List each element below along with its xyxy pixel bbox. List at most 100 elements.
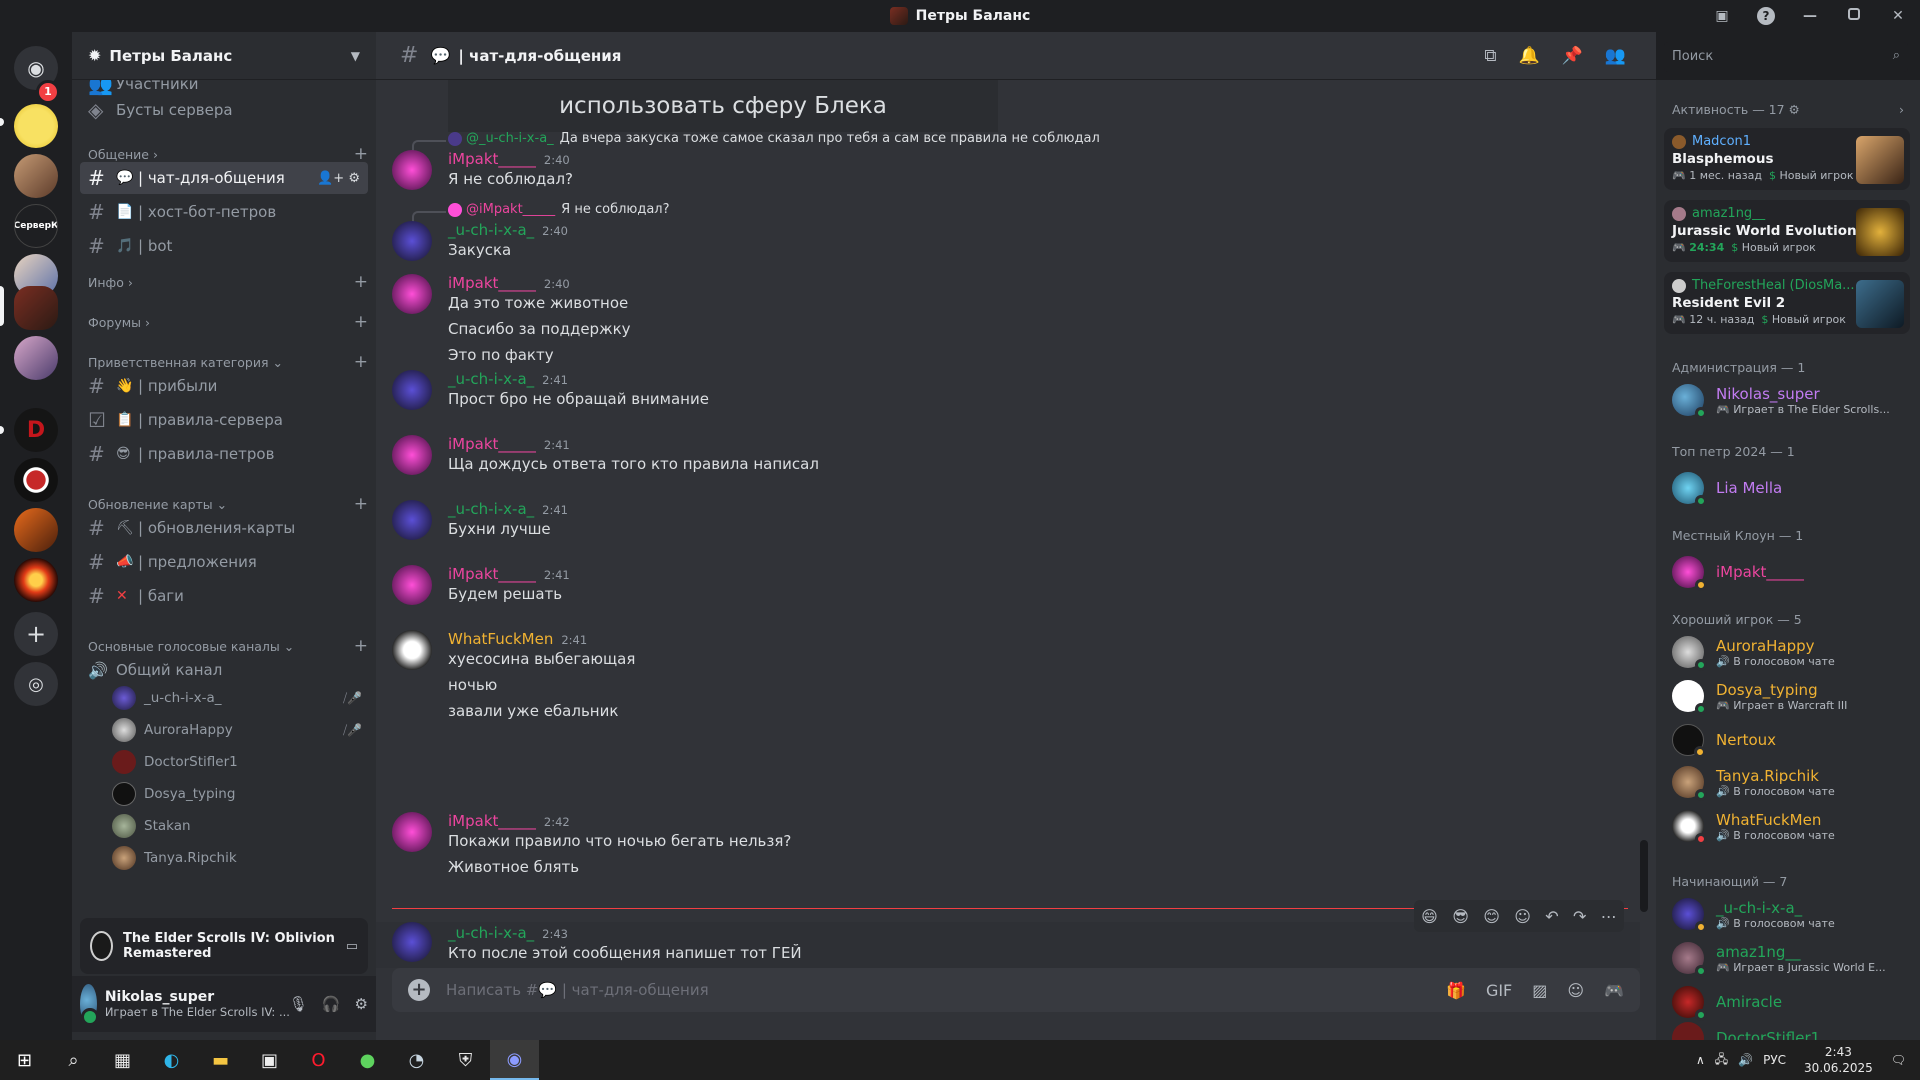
reaction-blush-icon[interactable]: 😊 [1483,907,1500,926]
volume-icon[interactable]: 🔊 [1738,1053,1753,1067]
forward-icon[interactable]: ↷ [1573,907,1586,926]
voice-user[interactable]: Stakan [112,812,362,840]
add-channel-icon[interactable]: + [354,144,368,164]
voice-user[interactable]: DoctorStifler1 [112,748,362,776]
discord-icon[interactable]: ◉ [490,1040,539,1080]
channel-settings-icon[interactable]: 👤+ ⚙ [317,171,360,186]
author-name[interactable]: iMpakt_____ [448,435,536,453]
bell-icon[interactable]: 🔔 [1518,46,1539,66]
search-input[interactable]: Поиск ⌕ [1664,42,1908,72]
members-icon[interactable]: 👥 [1605,46,1626,66]
voice-channel[interactable]: 🔊 Общий канал [80,654,368,686]
avatar[interactable] [392,565,432,605]
steam-icon[interactable]: ◔ [392,1040,441,1080]
add-channel-icon[interactable]: + [354,352,368,372]
server-header[interactable]: ✹ Петры Баланс ▼ [72,32,376,80]
voice-user[interactable]: AuroraHappy ⧸🎤 [112,716,362,744]
server-icon-8[interactable] [14,458,58,502]
channel-boosts[interactable]: ◈ Бусты сервера [80,94,368,126]
voice-user[interactable]: _u-ch-i-x-a_ ⧸🎤 [112,684,362,712]
emoji-icon[interactable]: ☺ [1567,981,1584,1000]
server-icon-9[interactable] [14,508,58,552]
add-channel-icon[interactable]: + [354,272,368,292]
author-name[interactable]: iMpakt_____ [448,150,536,168]
channel-mapupd[interactable]: # ⛏ | обновления-карты [80,512,368,544]
stream-icon[interactable]: ▭ [346,939,358,954]
add-channel-icon[interactable]: + [354,312,368,332]
scrollbar-thumb[interactable] [1640,840,1648,912]
tray-chevron-icon[interactable]: ∧ [1696,1053,1705,1067]
add-reaction-icon[interactable]: ☺ [1514,907,1531,926]
avatar[interactable] [392,812,432,852]
search-icon[interactable]: ⌕ [49,1040,98,1080]
discover-button[interactable]: ◎ [14,662,58,706]
add-attachment-icon[interactable]: + [408,979,430,1001]
member-item[interactable]: DoctorStifler1 [1664,1016,1910,1040]
avatar[interactable] [392,500,432,540]
channel-prules[interactable]: # 😎 | правила-петров [80,438,368,470]
help-icon[interactable]: ? [1744,7,1788,25]
channel-bugs[interactable]: # ✕ | баги [80,580,368,612]
activity-card[interactable]: amaz1ng__ Jurassic World Evolution 2 🎮 2… [1664,200,1910,262]
avatar[interactable] [392,630,432,670]
avatar[interactable] [392,221,432,261]
voice-user[interactable]: Dosya_typing [112,780,362,808]
channel-arrived[interactable]: # 👋 | прибыли [80,370,368,402]
member-item[interactable]: Tanya.Ripchik 🔊 В голосовом чате [1664,760,1910,804]
server-icon-2[interactable] [14,154,58,198]
add-channel-icon[interactable]: + [354,494,368,514]
reply-preview[interactable]: @iMpakt_____ Я не соблюдал? [412,202,670,223]
member-item[interactable]: Lia Mella [1664,466,1910,510]
pin-icon[interactable]: 📌 [1562,46,1583,66]
browser-icon[interactable]: ● [343,1040,392,1080]
reply-preview[interactable]: @_u-ch-i-x-a_ Да вчера закуска тоже само… [412,131,1100,152]
author-name[interactable]: _u-ch-i-x-a_ [448,924,534,942]
network-icon[interactable]: 🖧 [1715,1050,1728,1071]
gamepad-icon[interactable]: 🎮 [1604,981,1624,1000]
author-name[interactable]: iMpakt_____ [448,565,536,583]
author-name[interactable]: _u-ch-i-x-a_ [448,500,534,518]
explorer-icon[interactable]: ▬ [196,1040,245,1080]
category-map[interactable]: Обновление карты ⌄ + [88,494,368,514]
message-composer[interactable]: + Написать #💬 | чат-для-общения 🎁 GIF ▨ … [392,968,1640,1012]
store-icon[interactable]: ▣ [245,1040,294,1080]
task-view-icon[interactable]: ▦ [98,1040,147,1080]
author-name[interactable]: iMpakt_____ [448,274,536,292]
channel-bot[interactable]: # 🎵 | bot [80,230,368,262]
add-channel-icon[interactable]: + [354,636,368,656]
avatar[interactable] [392,274,432,314]
avatar[interactable] [392,435,432,475]
author-name[interactable]: _u-ch-i-x-a_ [448,370,534,388]
server-icon-active[interactable] [14,286,58,330]
microphone-icon[interactable]: 🎙 [289,995,308,1013]
activity-card[interactable]: TheForestHeal (DiosMa... Resident Evil 2… [1664,272,1910,334]
member-item[interactable]: amaz1ng__ 🎮 Играет в Jurassic World E... [1664,936,1910,980]
maximize-button[interactable] [1832,8,1876,24]
reaction-smile-icon[interactable]: 😄 [1421,907,1438,926]
language-indicator[interactable]: РУС [1763,1053,1786,1067]
reaction-cool-icon[interactable]: 😎 [1452,907,1469,926]
member-item[interactable]: Dosya_typing 🎮 Играет в Warcraft III [1664,674,1910,718]
channel-chat[interactable]: # 💬 | чат-для-общения 👤+ ⚙ [80,162,368,194]
avatar[interactable] [80,984,99,1026]
add-server-button[interactable]: + [14,612,58,656]
server-icon-10[interactable] [14,558,58,602]
avatar[interactable] [392,370,432,410]
author-name[interactable]: _u-ch-i-x-a_ [448,221,534,239]
author-name[interactable]: WhatFuckMen [448,630,553,648]
member-item[interactable]: Nertoux [1664,718,1910,762]
avatar[interactable] [392,922,432,962]
voice-user[interactable]: Tanya.Ripchik [112,844,362,872]
member-item[interactable]: _u-ch-i-x-a_ 🔊 В голосовом чате [1664,892,1910,936]
edge-icon[interactable]: ◐ [147,1040,196,1080]
start-button[interactable]: ⊞ [0,1040,49,1080]
reply-icon[interactable]: ↶ [1545,907,1558,926]
close-button[interactable]: ✕ [1876,8,1920,24]
gift-icon[interactable]: 🎁 [1446,981,1466,1000]
gif-icon[interactable]: GIF [1486,981,1512,1000]
minimize-button[interactable]: — [1788,8,1832,24]
member-item[interactable]: Nikolas_super 🎮 Играет в The Elder Scroll… [1664,378,1910,422]
server-icon-1[interactable] [14,104,58,148]
more-icon[interactable]: ⋯ [1601,907,1617,926]
headphones-icon[interactable]: 🎧 [322,995,341,1013]
